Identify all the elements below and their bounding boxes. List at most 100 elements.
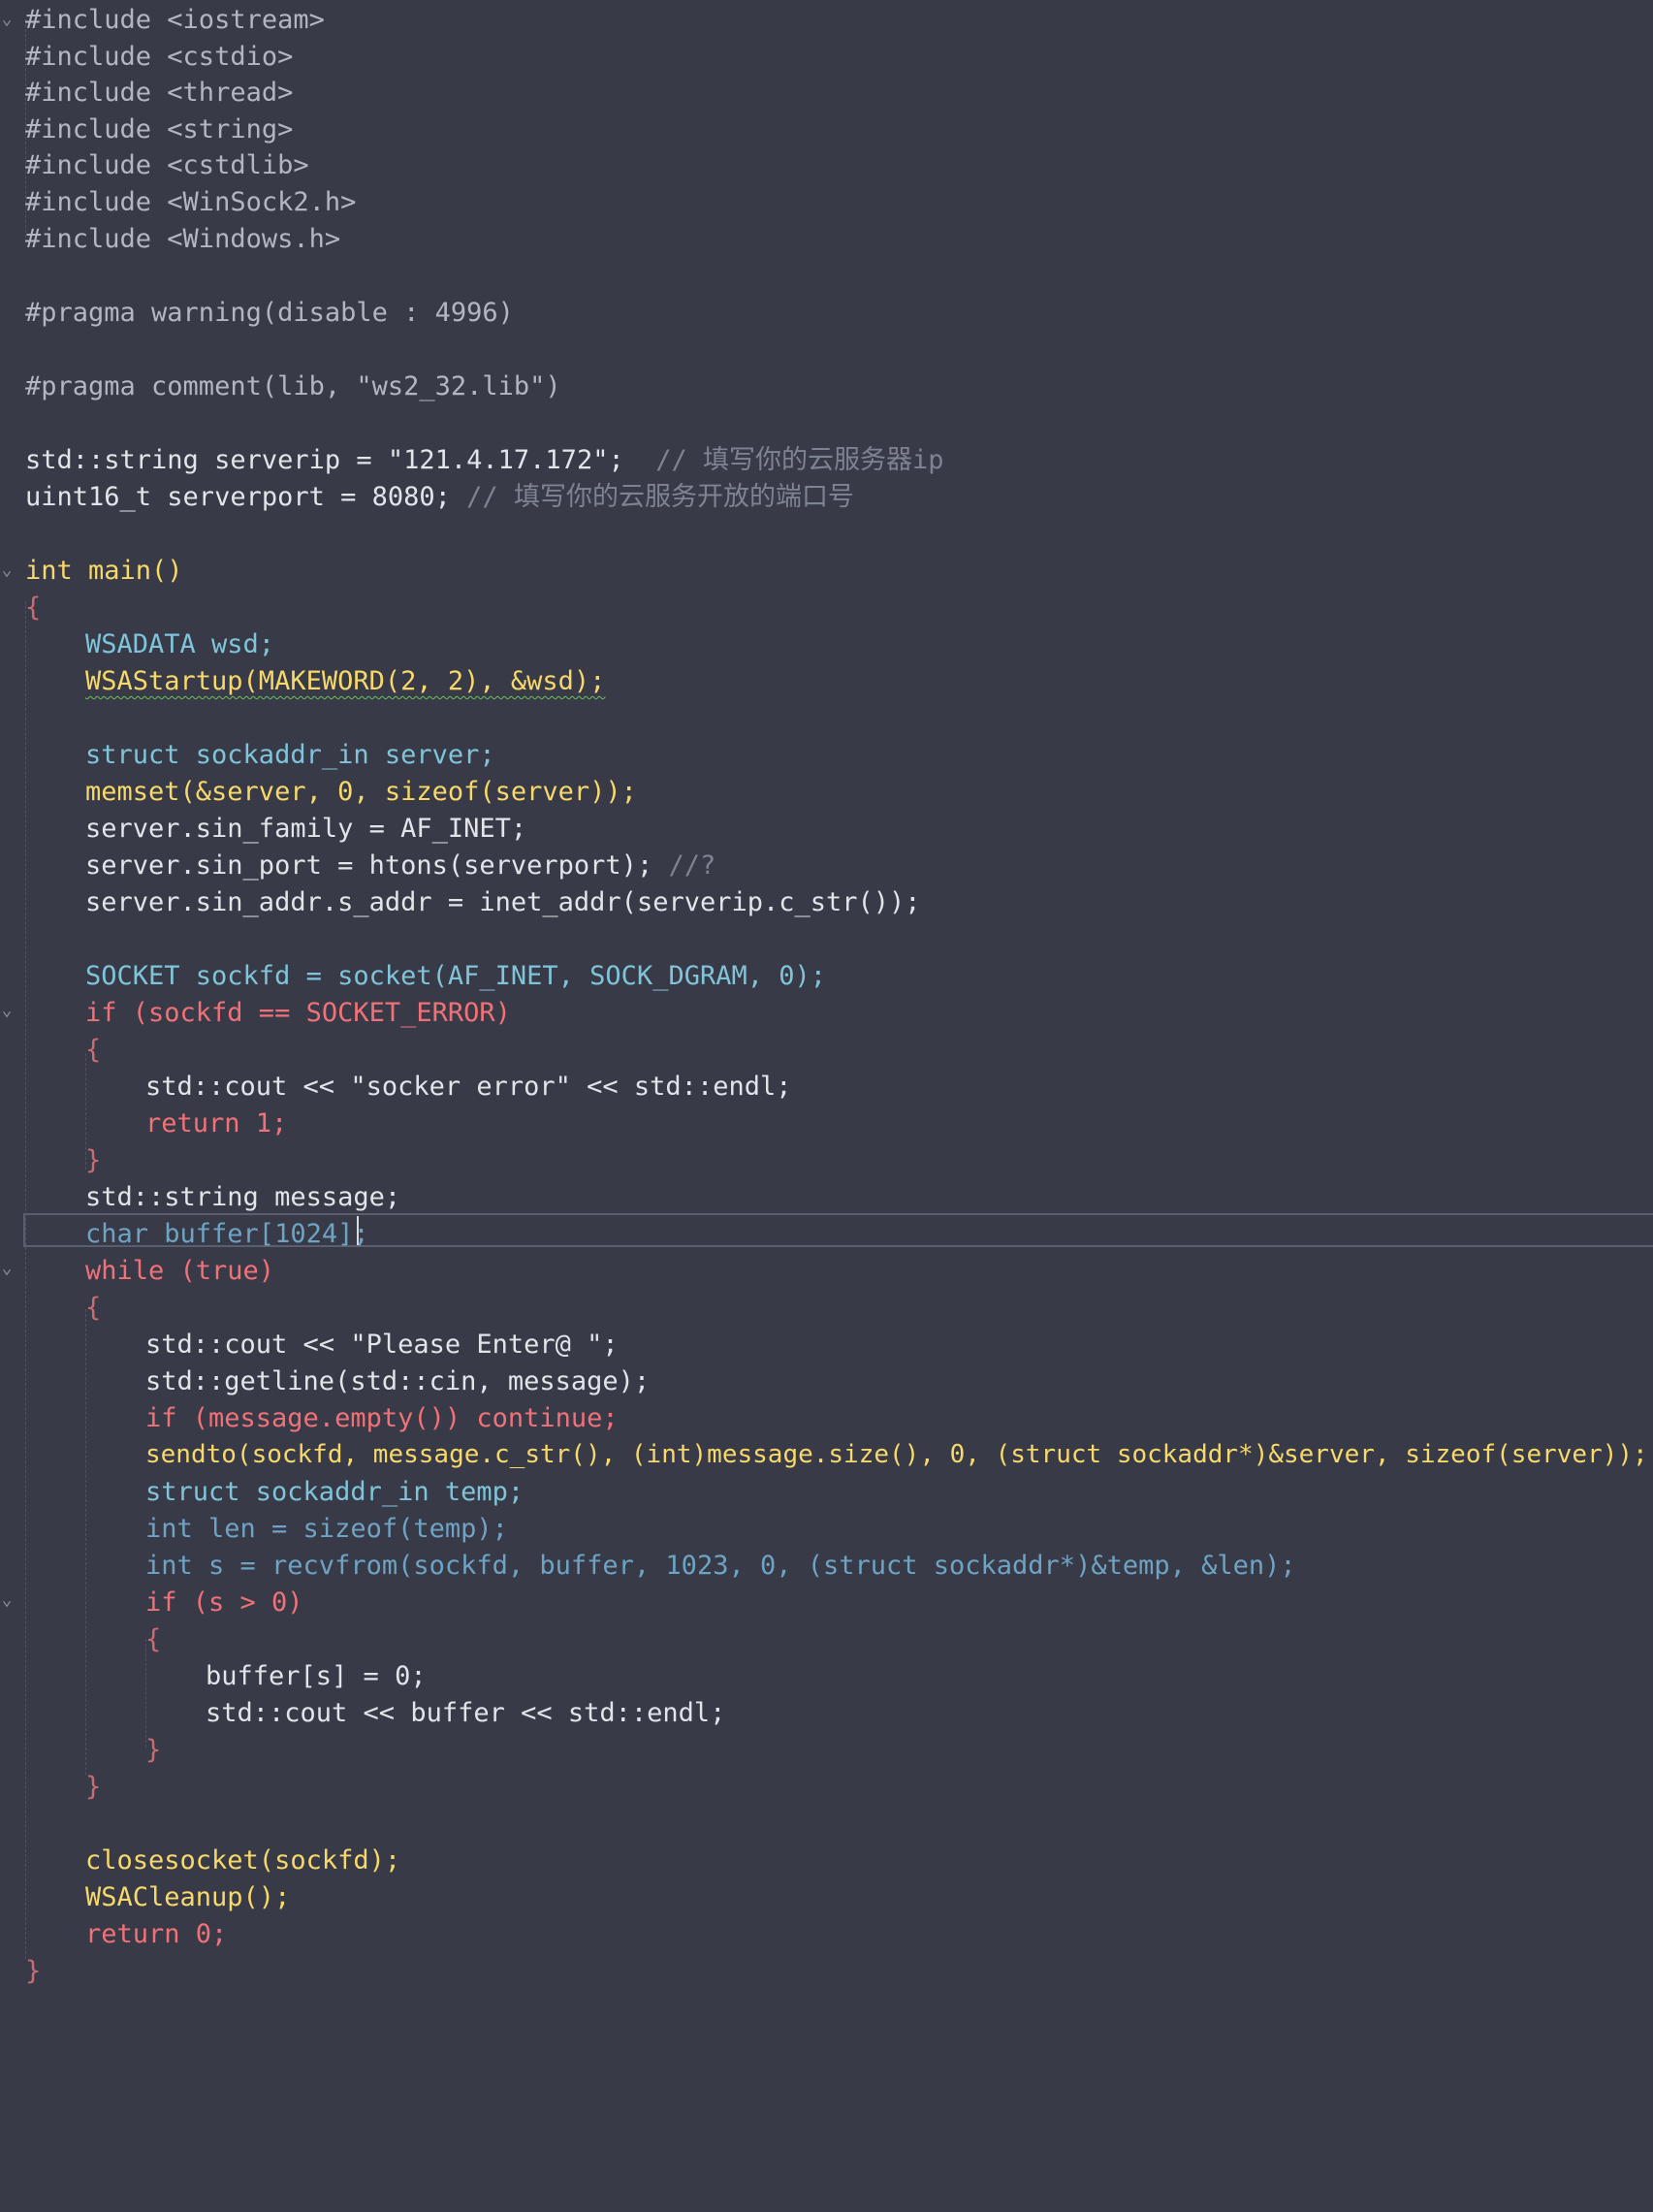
- code-line[interactable]: memset(&server, 0, sizeof(server));: [85, 774, 637, 811]
- code-statement: struct sockaddr_in temp;: [145, 1477, 525, 1507]
- code-line[interactable]: }: [85, 1769, 101, 1806]
- code-line[interactable]: server.sin_port = htons(serverport); //?: [85, 848, 715, 884]
- code-statement: uint16_t serverport = 8080;: [25, 482, 451, 512]
- code-statement: memset(&server, 0, sizeof(server));: [85, 777, 637, 807]
- code-line[interactable]: WSACleanup();: [85, 1879, 290, 1916]
- include-directive: #include <Windows.h>: [25, 224, 341, 254]
- code-statement: buffer[s] = 0;: [206, 1661, 427, 1691]
- chevron-down-icon[interactable]: ⌄: [0, 1, 14, 38]
- code-line[interactable]: WSAStartup(MAKEWORD(2, 2), &wsd);: [85, 663, 605, 700]
- pragma-directive: #pragma comment(lib, "ws2_32.lib"): [25, 371, 561, 401]
- indent-guide: [25, 601, 26, 1959]
- code-line[interactable]: #include <cstdio>: [25, 39, 293, 76]
- code-comment: // 填写你的云服务开放的端口号: [466, 482, 854, 512]
- code-line[interactable]: std::cout << "Please Enter@ ";: [145, 1327, 619, 1363]
- indent-guide: [85, 1309, 86, 1775]
- code-line[interactable]: std::string serverip = "121.4.17.172"; /…: [25, 442, 944, 479]
- code-statement: server.sin_family = AF_INET;: [85, 814, 527, 844]
- code-line[interactable]: while (true): [85, 1253, 274, 1290]
- include-directive: #include <cstdlib>: [25, 150, 309, 180]
- code-statement: std::cout << "socker error" << std::endl…: [145, 1072, 792, 1102]
- code-line[interactable]: std::getline(std::cin, message);: [145, 1363, 650, 1400]
- code-statement: WSACleanup();: [85, 1882, 291, 1912]
- code-statement: if (s > 0): [145, 1587, 303, 1618]
- code-line[interactable]: std::cout << "socker error" << std::endl…: [145, 1069, 791, 1106]
- code-line[interactable]: #include <cstdlib>: [25, 147, 309, 184]
- code-statement: std::string message;: [85, 1182, 401, 1212]
- code-statement: std::cout << buffer << std::endl;: [206, 1698, 726, 1728]
- code-statement: WSAStartup(MAKEWORD(2, 2), &wsd);: [85, 666, 606, 696]
- code-statement: int s = recvfrom(sockfd, buffer, 1023, 0…: [145, 1551, 1296, 1581]
- code-line[interactable]: if (sockfd == SOCKET_ERROR): [85, 995, 511, 1032]
- code-line[interactable]: {: [25, 590, 41, 626]
- code-statement: SOCKET sockfd = socket(AF_INET, SOCK_DGR…: [85, 961, 827, 991]
- code-line[interactable]: }: [85, 1142, 101, 1179]
- code-statement: while (true): [85, 1256, 275, 1286]
- chevron-down-icon[interactable]: ⌄: [0, 1582, 14, 1619]
- code-line[interactable]: buffer[s] = 0;: [206, 1658, 427, 1695]
- code-line[interactable]: int main(): [25, 553, 183, 590]
- code-line[interactable]: struct sockaddr_in server;: [85, 737, 495, 774]
- code-line[interactable]: {: [85, 1290, 101, 1327]
- code-line[interactable]: if (message.empty()) continue;: [145, 1400, 619, 1437]
- code-statement: return 0;: [85, 1919, 228, 1949]
- code-comment: //?: [668, 850, 716, 881]
- chevron-down-icon[interactable]: ⌄: [0, 992, 14, 1029]
- code-line[interactable]: }: [25, 1953, 41, 1990]
- code-line[interactable]: server.sin_addr.s_addr = inet_addr(serve…: [85, 884, 921, 921]
- chevron-down-icon[interactable]: ⌄: [0, 552, 14, 589]
- code-line[interactable]: #pragma comment(lib, "ws2_32.lib"): [25, 369, 561, 405]
- code-line[interactable]: #pragma warning(disable : 4996): [25, 295, 514, 332]
- code-line[interactable]: uint16_t serverport = 8080; // 填写你的云服务开放…: [25, 479, 854, 516]
- code-statement: return 1;: [145, 1108, 288, 1138]
- code-line[interactable]: char buffer[1024];: [85, 1216, 369, 1253]
- code-line[interactable]: return 1;: [145, 1106, 287, 1142]
- code-line[interactable]: WSADATA wsd;: [85, 626, 274, 663]
- function-signature: int main(): [25, 556, 183, 586]
- pragma-directive: #pragma warning(disable : 4996): [25, 298, 514, 328]
- code-statement: std::cout << "Please Enter@ ";: [145, 1330, 619, 1360]
- include-directive: #include <iostream>: [25, 5, 325, 35]
- code-line[interactable]: {: [145, 1621, 161, 1658]
- code-statement: server.sin_port = htons(serverport);: [85, 850, 653, 881]
- code-line[interactable]: server.sin_family = AF_INET;: [85, 811, 526, 848]
- code-statement: struct sockaddr_in server;: [85, 740, 495, 770]
- code-line[interactable]: closesocket(sockfd);: [85, 1843, 400, 1879]
- code-line[interactable]: #include <Windows.h>: [25, 221, 340, 258]
- code-line[interactable]: sendto(sockfd, message.c_str(), (int)mes…: [145, 1437, 1648, 1474]
- code-statement: sendto(sockfd, message.c_str(), (int)mes…: [145, 1440, 1648, 1469]
- code-line[interactable]: int len = sizeof(temp);: [145, 1511, 508, 1548]
- code-line[interactable]: SOCKET sockfd = socket(AF_INET, SOCK_DGR…: [85, 958, 826, 995]
- code-line[interactable]: if (s > 0): [145, 1585, 303, 1621]
- code-line[interactable]: return 0;: [85, 1916, 227, 1953]
- code-line[interactable]: #include <thread>: [25, 75, 293, 112]
- code-line[interactable]: struct sockaddr_in temp;: [145, 1474, 524, 1511]
- code-comment: // 填写你的云服务器ip: [655, 445, 944, 475]
- brace: }: [85, 1772, 102, 1802]
- code-line[interactable]: std::string message;: [85, 1179, 400, 1216]
- code-statement: int len = sizeof(temp);: [145, 1514, 508, 1544]
- code-statement: std::getline(std::cin, message);: [145, 1366, 651, 1396]
- brace: {: [85, 1293, 102, 1323]
- code-line[interactable]: std::cout << buffer << std::endl;: [206, 1695, 725, 1732]
- code-line[interactable]: #include <iostream>: [25, 2, 325, 39]
- brace: {: [25, 593, 42, 623]
- brace: {: [145, 1624, 162, 1654]
- chevron-down-icon[interactable]: ⌄: [0, 1250, 14, 1287]
- code-line[interactable]: int s = recvfrom(sockfd, buffer, 1023, 0…: [145, 1548, 1296, 1585]
- code-statement: closesocket(sockfd);: [85, 1845, 401, 1875]
- code-statement: std::string serverip = "121.4.17.172";: [25, 445, 624, 475]
- brace: }: [25, 1956, 42, 1986]
- code-line[interactable]: }: [145, 1732, 161, 1769]
- brace: }: [85, 1145, 102, 1175]
- include-directive: #include <thread>: [25, 78, 294, 108]
- code-statement: if (sockfd == SOCKET_ERROR): [85, 998, 511, 1028]
- code-line[interactable]: {: [85, 1032, 101, 1069]
- code-line[interactable]: #include <string>: [25, 112, 293, 148]
- brace: {: [85, 1035, 102, 1065]
- brace: }: [145, 1735, 162, 1765]
- code-line[interactable]: #include <WinSock2.h>: [25, 184, 356, 221]
- code-editor[interactable]: ⌄ ⌄ ⌄ ⌄ ⌄ #include <iostream> #include <…: [0, 0, 1653, 2212]
- code-statement: if (message.empty()) continue;: [145, 1403, 619, 1433]
- code-statement: server.sin_addr.s_addr = inet_addr(serve…: [85, 887, 921, 917]
